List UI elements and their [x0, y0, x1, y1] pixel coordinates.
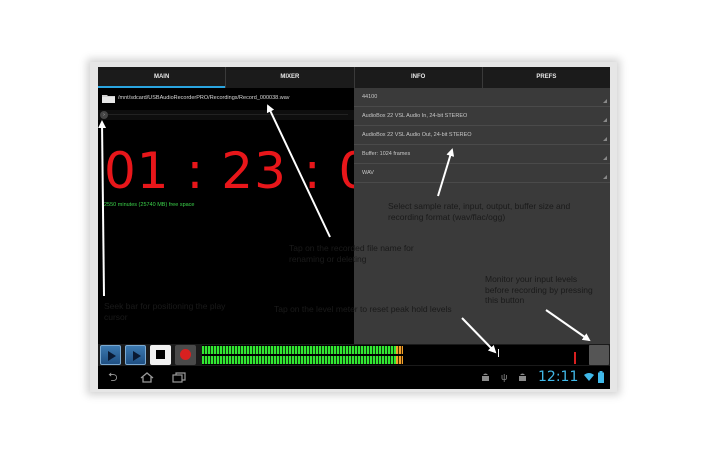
clip-indicator	[574, 352, 576, 364]
sample-rate-value: 44100	[362, 94, 378, 100]
output-select[interactable]: AudioBox 22 VSL Audio Out, 24-bit STEREO	[354, 126, 610, 145]
dropdown-icon	[603, 175, 607, 179]
folder-icon[interactable]	[102, 94, 115, 103]
back-icon[interactable]: ⮌	[108, 371, 118, 383]
system-nav-bar: ⮌ ψ 12:11	[98, 366, 610, 389]
input-select[interactable]: AudioBox 22 VSL Audio In, 24-bit STEREO	[354, 107, 610, 126]
seek-handle[interactable]: ›	[100, 111, 108, 119]
output-value: AudioBox 22 VSL Audio Out, 24-bit STEREO	[362, 132, 472, 138]
dropdown-icon	[603, 99, 607, 103]
input-value: AudioBox 22 VSL Audio In, 24-bit STEREO	[362, 113, 468, 119]
tab-mixer[interactable]: MIXER	[226, 67, 355, 88]
stop-icon	[156, 350, 165, 359]
usb-icon: ψ	[501, 372, 508, 382]
peak-hold-marker	[498, 349, 499, 357]
annotation-seek: Seek bar for positioning the play cursor	[104, 301, 226, 322]
format-select[interactable]: WAV	[354, 164, 610, 183]
wifi-icon	[584, 373, 594, 381]
tab-prefs[interactable]: PREFS	[483, 67, 610, 88]
dropdown-icon	[603, 118, 607, 122]
android-icon	[482, 373, 489, 381]
monitor-button[interactable]	[589, 345, 609, 365]
dropdown-icon	[603, 137, 607, 141]
free-space-label: 2550 minutes (25740 MB) free space	[104, 202, 195, 208]
app-notification-icon	[519, 373, 526, 381]
tab-main[interactable]: MAIN	[98, 67, 227, 88]
format-value: WAV	[362, 170, 374, 176]
transport-bar	[98, 344, 610, 366]
annotation-filename: Tap on the recorded file name for renami…	[289, 243, 414, 264]
play-icon	[133, 351, 141, 361]
buffer-value: Buffer: 1024 frames	[362, 151, 411, 157]
seek-bar[interactable]: ›	[98, 110, 354, 120]
dropdown-icon	[603, 156, 607, 160]
level-bar-right-orange	[395, 356, 404, 364]
level-bar-left-green	[202, 346, 396, 354]
battery-icon	[598, 371, 604, 383]
tab-bar: MAIN MIXER INFO PREFS	[98, 67, 610, 88]
tab-info[interactable]: INFO	[355, 67, 483, 88]
play-button[interactable]	[100, 345, 121, 365]
seek-track	[108, 114, 348, 115]
annotation-settings: Select sample rate, input, output, buffe…	[388, 201, 571, 222]
record-icon	[180, 349, 191, 360]
level-bar-left-orange	[395, 346, 404, 354]
file-name-link[interactable]: /mnt/sdcard/USBAudioRecorderPRO/Recordin…	[118, 95, 290, 101]
level-bar-right-green	[202, 356, 396, 364]
home-icon[interactable]	[140, 372, 154, 383]
stop-button[interactable]	[150, 345, 171, 365]
play-icon	[108, 351, 116, 361]
play-selection-button[interactable]	[125, 345, 146, 365]
sample-rate-select[interactable]: 44100	[354, 88, 610, 107]
buffer-select[interactable]: Buffer: 1024 frames	[354, 145, 610, 164]
app-screen: MAIN MIXER INFO PREFS /mnt/sdcard/USBAud…	[98, 67, 610, 389]
annotation-monitor: Monitor your input levels before recordi…	[485, 274, 593, 305]
annotation-meter: Tap on the level meter to reset peak hol…	[274, 304, 452, 314]
level-meter[interactable]	[202, 345, 589, 365]
status-clock: 12:11	[538, 369, 579, 385]
recent-apps-icon[interactable]	[172, 372, 186, 383]
record-button[interactable]	[175, 345, 196, 365]
